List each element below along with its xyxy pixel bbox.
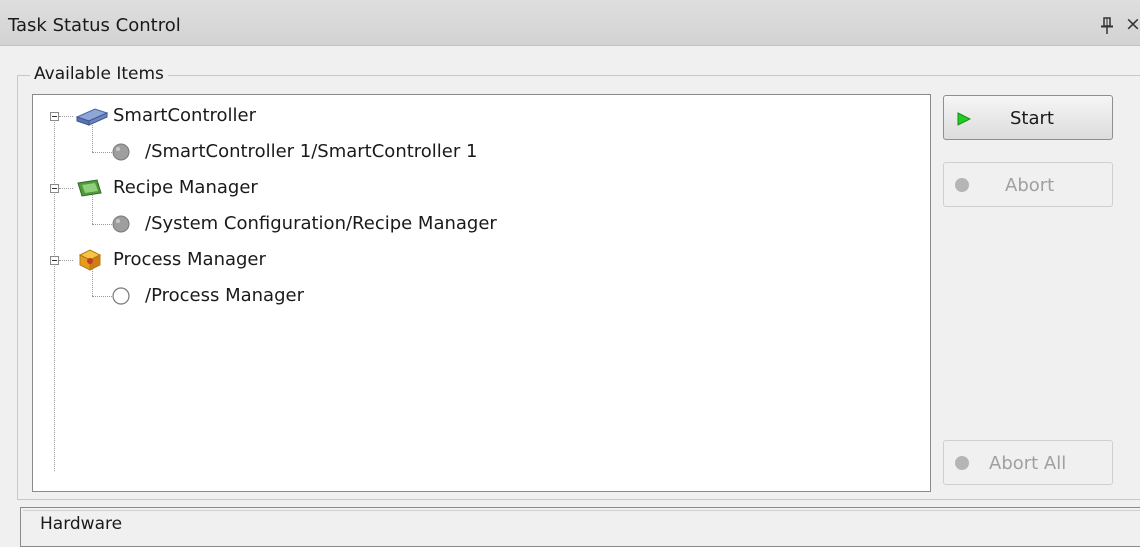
tree-connector [59,188,73,189]
start-button-label: Start [1010,108,1054,129]
tree-root-connector [54,122,55,471]
tree-collapse-toggle[interactable] [50,256,59,265]
tree-node-process-manager[interactable]: Process Manager [113,249,266,271]
tree-connector [92,296,112,297]
controller-icon [75,108,109,126]
available-items-tree[interactable]: SmartController /SmartController 1/Smart… [32,94,931,492]
tree-connector [92,224,112,225]
tree-node-smartcontroller-1[interactable]: /SmartController 1/SmartController 1 [145,141,477,163]
tree-connector [92,152,112,153]
tree-node-recipe-manager[interactable]: Recipe Manager [113,177,258,199]
stop-icon [955,178,969,192]
status-gray-icon [112,143,130,161]
pin-icon[interactable] [1099,17,1115,35]
tree-connector [92,195,93,224]
hardware-legend: Hardware [36,513,127,535]
recipe-icon [77,179,102,197]
close-icon[interactable]: × [1125,13,1140,35]
status-empty-icon [112,287,130,305]
abort-button[interactable]: Abort [943,162,1113,207]
tree-node-smartcontroller[interactable]: SmartController [113,105,256,127]
abort-button-label: Abort [1005,175,1055,196]
tree-collapse-toggle[interactable] [50,184,59,193]
tree-node-recipe-manager-path[interactable]: /System Configuration/Recipe Manager [145,213,497,235]
panel-titlebar: Task Status Control × [0,0,1140,46]
panel-title: Task Status Control [8,15,181,36]
stop-icon [955,456,969,470]
tree-connector [59,260,73,261]
hardware-group [20,507,1140,547]
play-icon [957,112,971,126]
start-button[interactable]: Start [943,95,1113,140]
tree-node-process-manager-path[interactable]: /Process Manager [145,285,304,307]
abort-all-button-label: Abort All [989,453,1067,474]
abort-all-button[interactable]: Abort All [943,440,1113,485]
available-items-legend: Available Items [30,63,168,85]
process-manager-icon [78,249,102,271]
tree-connector [59,116,73,117]
tree-connector [92,123,93,152]
status-gray-icon [112,215,130,233]
tree-collapse-toggle[interactable] [50,112,59,121]
